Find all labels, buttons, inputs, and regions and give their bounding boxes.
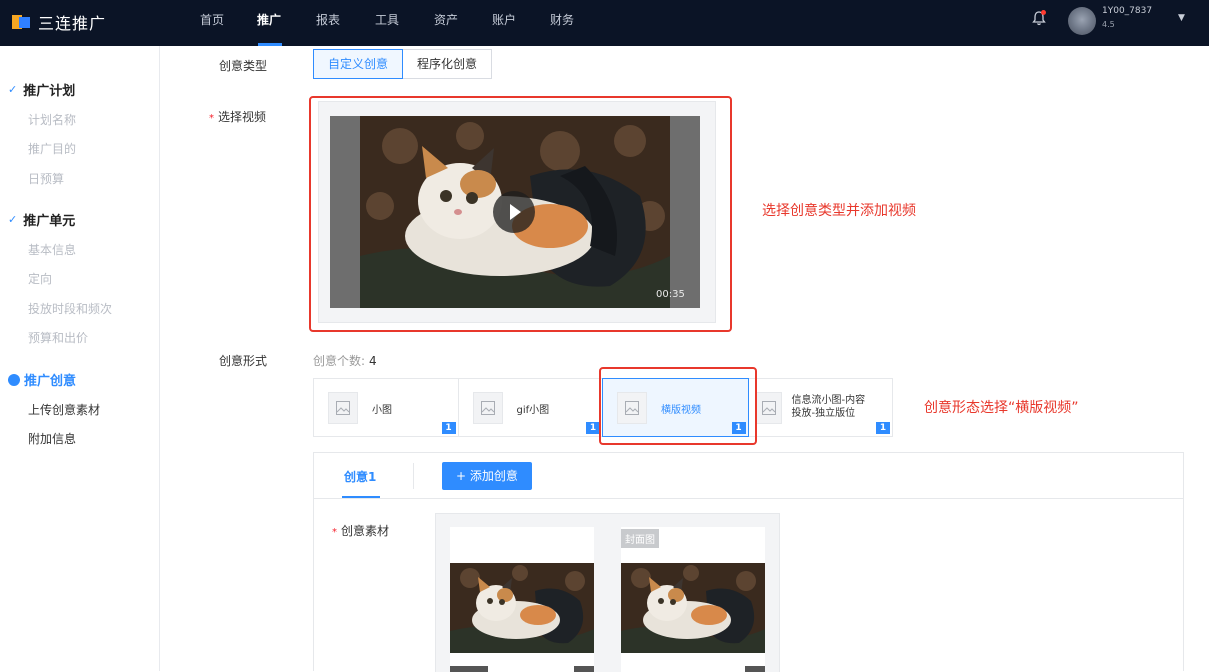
material-thumbnail (621, 563, 765, 653)
count-badge: 1 (586, 422, 600, 434)
material-footer-left (450, 666, 488, 672)
tab-custom-creative[interactable]: 自定义创意 (313, 49, 404, 79)
nav-tools[interactable]: 工具 (375, 0, 405, 46)
top-navigation-bar: 三连推广 首页 推广 报表 工具 资产 账户 财务 1Y00_7837 4.5 … (0, 0, 1209, 46)
in-progress-icon (8, 368, 20, 386)
form-option-label-line2: 投放-独立版位 (791, 408, 856, 419)
app-name: 三连推广 (38, 14, 107, 33)
creative-type-label: 创意类型 (219, 59, 268, 73)
sidebar-item-targeting[interactable]: 定向 (28, 270, 52, 287)
nav-promotion[interactable]: 推广 (257, 0, 283, 46)
sidebar-group-creative-label: 推广创意 (24, 374, 77, 389)
sidebar: ✓ 推广计划 计划名称 推广目的 日预算 ✓ 推广单元 基本信息 定向 投放时段… (0, 46, 160, 671)
user-name[interactable]: 1Y00_7837 (1102, 6, 1152, 17)
active-tab-indicator (342, 496, 380, 498)
image-placeholder-icon (472, 392, 503, 424)
annotation-box-video (309, 96, 732, 332)
form-option-label: 信息流小图-内容 投放-独立版位 (792, 394, 866, 420)
sidebar-item-schedule[interactable]: 投放时段和频次 (28, 300, 112, 317)
material-footer-right (745, 666, 765, 672)
creative-form-options: 小图 1 gif小图 1 横版视频 1 信息流小图-内容 投放-独立版位 1 (313, 378, 893, 437)
sidebar-item-plan-name[interactable]: 计划名称 (28, 111, 76, 128)
sidebar-item-upload-material[interactable]: 上传创意素材 (28, 401, 100, 418)
required-mark: * (209, 113, 214, 124)
user-avatar[interactable] (1068, 7, 1096, 35)
nav-home[interactable]: 首页 (200, 0, 230, 46)
form-option-small-image[interactable]: 小图 1 (314, 379, 459, 436)
required-mark: * (332, 527, 337, 538)
select-video-label: * 选择视频 (209, 108, 266, 125)
material-card-1[interactable] (450, 527, 594, 672)
notification-dot (1041, 10, 1046, 15)
image-placeholder-icon (617, 392, 647, 424)
form-option-feed-small-image[interactable]: 信息流小图-内容 投放-独立版位 1 (747, 379, 892, 436)
tab-programmatic-creative[interactable]: 程序化创意 (402, 49, 493, 79)
creative-type-tabs: 自定义创意 程序化创意 (313, 49, 493, 79)
nav-account[interactable]: 账户 (492, 0, 522, 46)
nav-finance[interactable]: 财务 (550, 0, 580, 46)
divider (413, 463, 414, 489)
material-thumbnail (450, 563, 594, 653)
add-creative-button[interactable]: + 添加创意 (442, 462, 532, 490)
sidebar-item-budget-bid[interactable]: 预算和出价 (28, 329, 88, 346)
creative-panel: 创意1 + 添加创意 * 创意素材 封面图 (313, 452, 1184, 672)
creative-count: 创意个数: 4 (313, 352, 377, 369)
tab-creative-1[interactable]: 创意1 (344, 468, 376, 485)
logo-icon (12, 13, 32, 31)
image-placeholder-icon (328, 392, 358, 424)
creative-tabbar: 创意1 + 添加创意 (314, 453, 1183, 499)
sidebar-item-extra-info[interactable]: 附加信息 (28, 430, 76, 447)
sidebar-group-creative[interactable]: 推广创意 (8, 368, 77, 389)
sidebar-group-plan-label: 推广计划 (23, 84, 76, 99)
form-option-landscape-video[interactable]: 横版视频 1 (602, 378, 749, 437)
form-option-label: gif小图 (516, 405, 550, 416)
count-badge: 1 (876, 422, 890, 434)
sidebar-group-unit[interactable]: ✓ 推广单元 (8, 210, 75, 229)
form-option-label: 小图 (372, 405, 392, 416)
material-card-2[interactable]: 封面图 (621, 527, 765, 672)
form-option-label: 横版视频 (661, 405, 701, 416)
user-sub: 4.5 (1102, 20, 1115, 29)
creative-material-label-text: 创意素材 (341, 524, 390, 538)
sidebar-item-promotion-goal[interactable]: 推广目的 (28, 140, 76, 157)
select-video-label-text: 选择视频 (218, 110, 267, 124)
sidebar-group-unit-label: 推广单元 (23, 214, 76, 229)
sidebar-item-daily-budget[interactable]: 日预算 (28, 170, 64, 187)
material-footer-right (574, 666, 594, 672)
count-badge: 1 (731, 422, 746, 434)
creative-count-value: 4 (369, 354, 377, 368)
form-option-gif-small-image[interactable]: gif小图 1 (458, 379, 603, 436)
creative-count-label: 创意个数: (313, 354, 366, 368)
annotation-video-text: 选择创意类型并添加视频 (762, 203, 916, 219)
nav-reports[interactable]: 报表 (316, 0, 346, 46)
caret-down-icon[interactable]: ▼ (1178, 13, 1185, 23)
count-badge: 1 (441, 422, 456, 434)
annotation-form-text: 创意形态选择“横版视频” (924, 400, 1079, 416)
sidebar-group-plan[interactable]: ✓ 推广计划 (8, 80, 75, 99)
app-logo[interactable]: 三连推广 (12, 10, 106, 34)
nav-assets[interactable]: 资产 (434, 0, 464, 46)
check-icon: ✓ (8, 213, 18, 226)
creative-material-label: * 创意素材 (332, 522, 389, 539)
form-option-label-line1: 信息流小图-内容 (791, 395, 866, 406)
check-icon: ✓ (8, 83, 18, 96)
image-placeholder-icon (755, 392, 782, 424)
creative-form-label: 创意形式 (219, 354, 268, 368)
cover-image-tag: 封面图 (621, 529, 659, 548)
sidebar-item-basic-info[interactable]: 基本信息 (28, 241, 76, 258)
